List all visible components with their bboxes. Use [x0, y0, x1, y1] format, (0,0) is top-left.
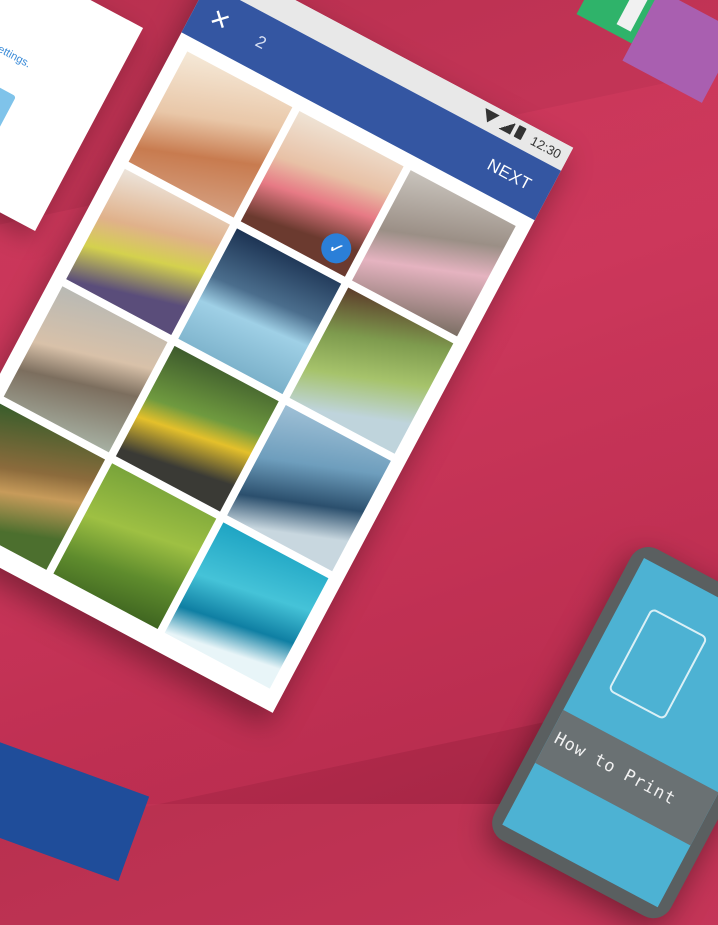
check-icon[interactable]: ✓	[316, 228, 357, 269]
signal-icon	[480, 107, 500, 126]
next-button[interactable]: NEXT	[484, 155, 535, 195]
selected-count: 2	[252, 31, 270, 53]
how-to-print-banner[interactable]: How to Print	[535, 709, 718, 846]
background-card-text: and settings.	[0, 31, 33, 71]
close-button[interactable]: ✕	[198, 0, 241, 42]
cellular-icon	[497, 116, 516, 135]
printer-outline-icon	[607, 607, 709, 721]
battery-icon	[513, 124, 527, 141]
settings-link[interactable]: settings.	[0, 41, 33, 71]
background-card-button[interactable]	[0, 63, 17, 132]
